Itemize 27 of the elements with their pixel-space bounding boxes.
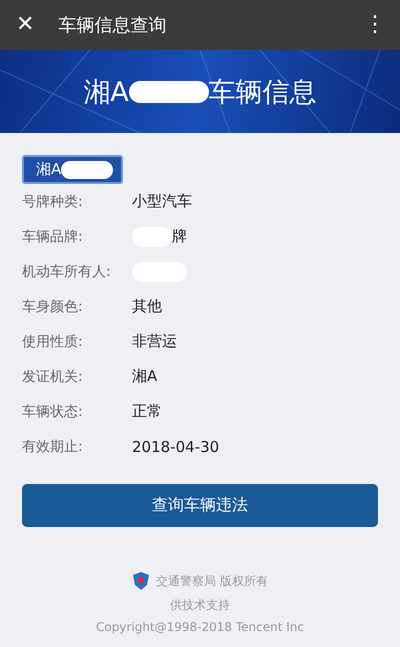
police-emblem-icon — [132, 571, 150, 591]
field-value: 小型汽车 — [132, 192, 192, 211]
field-value: 牌 — [172, 227, 187, 246]
page-title: 车辆信息查询 — [58, 14, 168, 37]
query-violations-button[interactable]: 查询车辆违法 — [22, 484, 378, 527]
copyright-text: Copyright@1998-2018 Tencent Inc — [96, 620, 304, 634]
close-icon[interactable]: ✕ — [16, 14, 34, 36]
footer-text: 供技术支持 — [170, 597, 230, 614]
redaction-mark — [61, 160, 114, 178]
banner-title: 湘A — [83, 76, 129, 110]
field-label: 车身颜色: — [22, 298, 84, 316]
field-value: 其他 — [132, 297, 162, 316]
field-value: 正常 — [132, 402, 162, 421]
field-label: 车辆状态: — [22, 402, 84, 420]
field-label: 号牌种类: — [22, 192, 84, 210]
plate-number: 湘A — [36, 160, 62, 179]
field-label: 机动车所有人: — [22, 262, 112, 280]
field-label: 发证机关: — [22, 368, 84, 386]
footer-text: 交通警察局 版权所有 — [156, 572, 268, 590]
banner-title: 车辆信息 — [208, 76, 317, 110]
field-value: 非营运 — [132, 332, 177, 351]
menu-icon[interactable]: ⋮ — [364, 14, 386, 36]
field-label: 有效期止: — [22, 438, 84, 456]
field-value: 2018-04-30 — [132, 438, 220, 456]
field-label: 使用性质: — [22, 332, 84, 350]
field-value: 湘A — [132, 367, 158, 386]
field-label: 车辆品牌: — [22, 228, 84, 246]
